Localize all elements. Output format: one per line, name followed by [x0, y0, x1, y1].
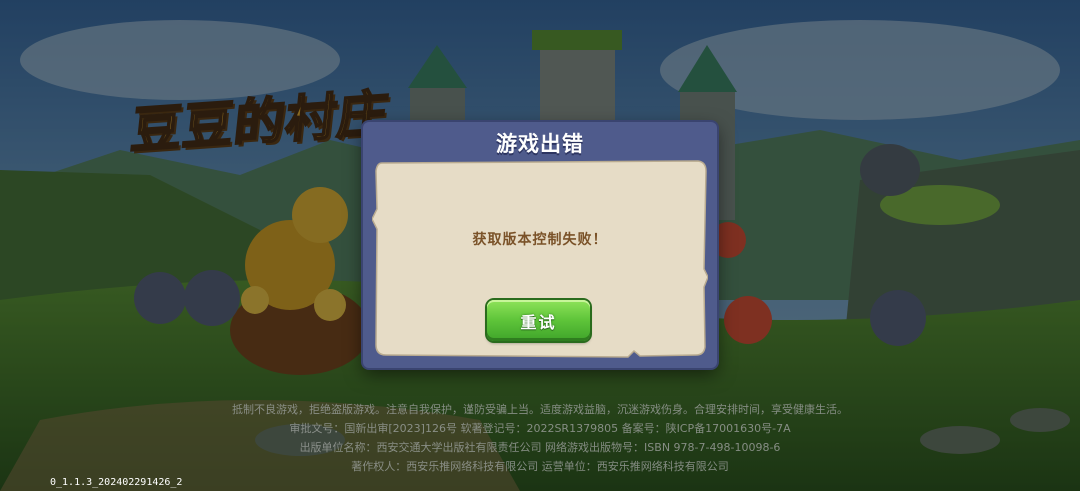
notice-line-1: 抵制不良游戏，拒绝盗版游戏。注意自我保护，谨防受骗上当。适度游戏益脑，沉迷游戏伤… [232, 403, 848, 416]
retry-button-label: 重试 [520, 313, 557, 332]
retry-button[interactable]: 重试 [487, 300, 590, 341]
error-dialog: 游戏出错 获取版本控制失败！ 重试 [363, 122, 717, 368]
notice-line-3: 出版单位名称：西安交通大学出版社有限责任公司 网络游戏出版物号：ISBN 978… [299, 441, 781, 454]
error-message: 获取版本控制失败！ [472, 232, 608, 248]
game-logo: 豆豆的村庄 [127, 78, 393, 164]
notice-line-4: 著作权人：西安乐推网络科技有限公司 运营单位：西安乐推网络科技有限公司 [351, 460, 729, 473]
health-notice: 抵制不良游戏，拒绝盗版游戏。注意自我保护，谨防受骗上当。适度游戏益脑，沉迷游戏伤… [140, 400, 940, 476]
notice-line-2: 审批文号：国新出审[2023]126号 软著登记号：2022SR1379805 … [289, 422, 791, 435]
dialog-title: 游戏出错 [496, 132, 584, 156]
version-label: 0_1.1.3_202402291426_2 [50, 477, 183, 488]
